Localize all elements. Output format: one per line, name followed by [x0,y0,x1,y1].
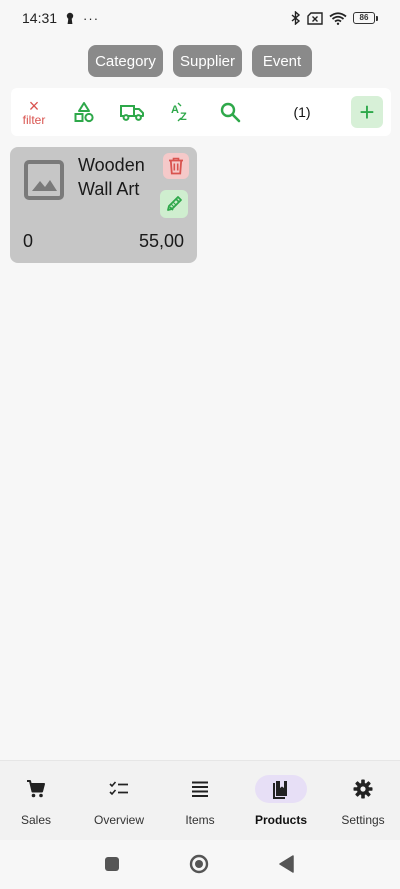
nav-label: Items [185,813,215,827]
pencil-icon [167,196,182,211]
shapes-icon [74,102,94,123]
wifi-icon [329,11,347,25]
nav-products[interactable]: Products [241,761,321,833]
plus-icon: + [359,97,375,127]
nav-sales[interactable]: Sales [0,761,76,833]
book-icon [273,781,287,799]
battery-indicator: 86 [353,12,378,24]
nav-icon-container [93,775,145,803]
toolbar: × filter A Z (1) + [11,88,391,136]
home-circle-icon [189,854,209,874]
sort-button[interactable]: A Z [167,88,195,136]
product-price: 55,00 [138,231,184,251]
chip-category[interactable]: Category [88,45,163,77]
search-icon [220,102,241,123]
close-icon: × [28,96,40,116]
nav-items[interactable]: Items [160,761,240,833]
square-icon [105,857,119,871]
back-button[interactable] [276,854,296,874]
battery-tip [376,15,378,21]
keyhole-icon [66,12,74,24]
truck-icon [120,105,144,121]
cart-icon [27,780,45,798]
filter-button[interactable]: × filter [17,88,51,136]
nav-icon-container [10,775,62,803]
battery-level: 86 [353,12,375,24]
nav-label: Overview [93,813,144,827]
product-count: (1) [293,104,311,120]
nav-label: Settings [341,813,385,827]
filter-label: filter [22,113,46,127]
category-filter-button[interactable] [70,88,98,136]
nav-icon-container [255,775,307,803]
no-sim-icon [307,11,323,25]
svg-text:A: A [171,104,179,116]
edit-product-button[interactable] [160,190,188,218]
sort-az-icon: A Z [171,102,187,123]
checklist-icon [109,781,128,796]
add-product-button[interactable]: + [351,96,383,128]
delete-product-button[interactable] [163,153,189,179]
gear-icon [353,779,373,799]
nav-icon-container [337,775,389,803]
home-button[interactable] [189,854,209,874]
chip-event[interactable]: Event [252,45,312,77]
search-button[interactable] [216,88,244,136]
status-dots: ··· [83,10,100,26]
chip-supplier[interactable]: Supplier [173,45,242,77]
nav-icon-container [174,775,226,803]
bluetooth-icon [291,11,301,25]
product-card[interactable]: Wooden Wall Art 0 55,00 [10,147,197,263]
supplier-filter-button[interactable] [118,88,146,136]
back-triangle-icon [279,855,294,873]
status-right: 86 [291,11,378,25]
nav-overview[interactable]: Overview [79,761,159,833]
product-name: Wooden Wall Art [78,155,145,199]
status-time: 14:31 [22,10,58,26]
bottom-navigation: Sales Overview Items Products Settings [0,760,400,840]
svg-text:Z: Z [180,111,187,123]
filter-chips: Category Supplier Event [0,45,400,77]
status-left: 14:31 ··· [22,10,99,26]
status-bar: 14:31 ··· 86 [0,0,400,36]
image-placeholder-icon [24,160,64,200]
product-quantity: 0 [23,231,34,251]
trash-icon [169,157,183,175]
nav-settings[interactable]: Settings [323,761,400,833]
recents-button[interactable] [102,854,122,874]
list-icon [192,781,208,797]
nav-label: Sales [20,813,52,827]
nav-label: Products [254,813,307,827]
system-navigation-bar [0,840,400,889]
